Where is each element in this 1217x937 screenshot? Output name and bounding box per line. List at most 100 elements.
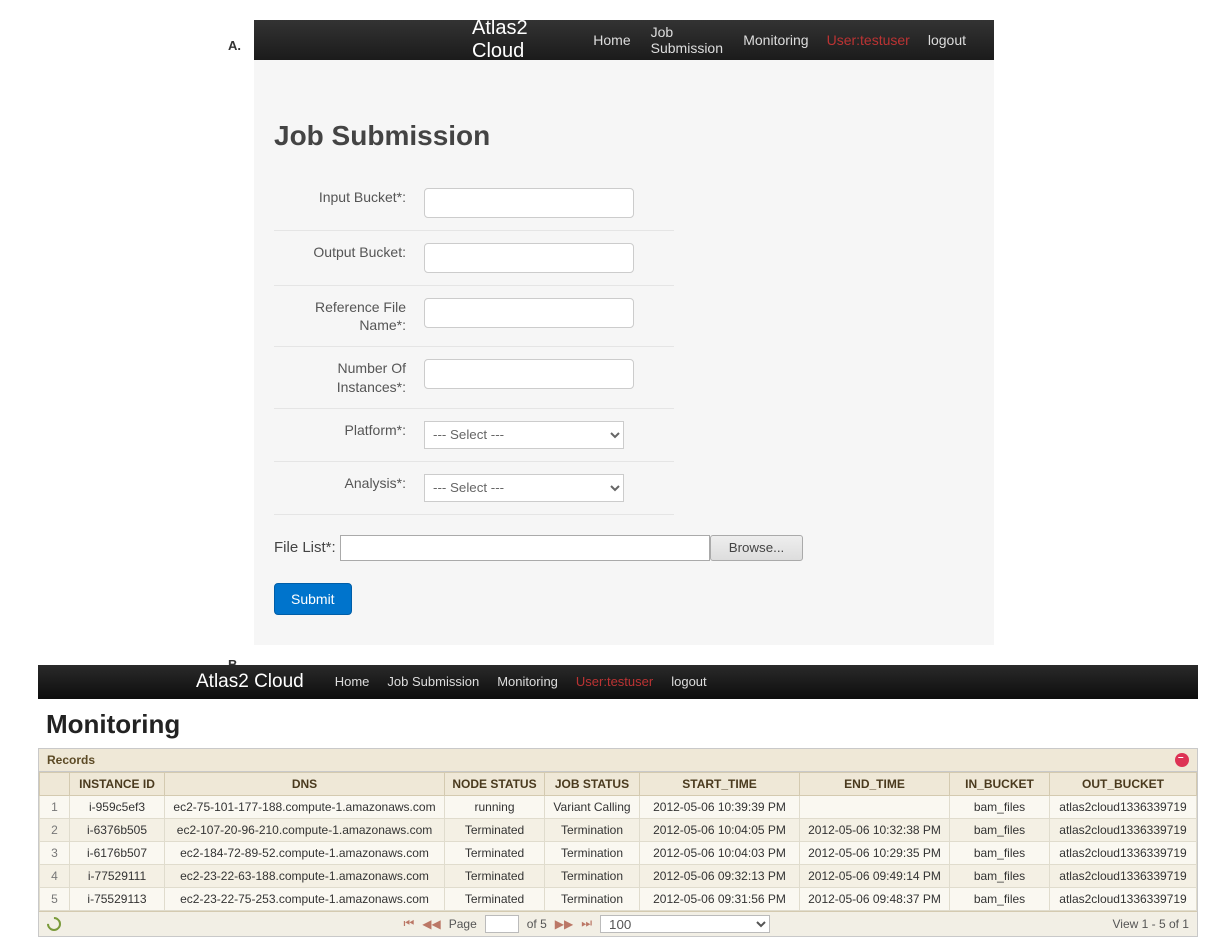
last-page-icon[interactable]: ⏭ [581, 916, 592, 931]
table-cell: i-6376b505 [70, 818, 165, 841]
table-cell: running [445, 795, 545, 818]
col-rownum [40, 772, 70, 795]
instances-label: Number Of Instances*: [274, 359, 424, 395]
brand-b: Atlas2 Cloud [196, 671, 304, 693]
table-cell: 5 [40, 887, 70, 910]
nav-user: User:testuser [827, 32, 910, 48]
table-cell: 1 [40, 795, 70, 818]
records-table: INSTANCE ID DNS NODE STATUS JOB STATUS S… [39, 772, 1197, 911]
table-cell: 2012-05-06 10:39:39 PM [640, 795, 800, 818]
nav-monitoring-b[interactable]: Monitoring [497, 674, 558, 689]
nav-logout-b[interactable]: logout [671, 674, 706, 689]
table-cell: Variant Calling [545, 795, 640, 818]
submit-button[interactable]: Submit [274, 583, 352, 615]
analysis-select[interactable]: --- Select --- [424, 474, 624, 502]
table-cell: bam_files [950, 841, 1050, 864]
table-cell: Termination [545, 887, 640, 910]
table-cell: i-959c5ef3 [70, 795, 165, 818]
table-row[interactable]: 1i-959c5ef3ec2-75-101-177-188.compute-1.… [40, 795, 1197, 818]
panel-a-label: A. [228, 38, 241, 53]
refresh-icon[interactable] [44, 914, 64, 934]
table-cell: 2012-05-06 09:49:14 PM [800, 864, 950, 887]
platform-label: Platform*: [274, 421, 424, 439]
rows-per-page[interactable]: 100 [600, 915, 770, 933]
table-cell: atlas2cloud1336339719 [1050, 841, 1197, 864]
output-bucket-label: Output Bucket: [274, 243, 424, 261]
table-cell: atlas2cloud1336339719 [1050, 818, 1197, 841]
view-range: View 1 - 5 of 1 [1112, 917, 1189, 931]
job-submission-panel: Job Submission Input Bucket*: Output Buc… [254, 60, 994, 645]
table-cell: i-75529113 [70, 887, 165, 910]
table-cell: 2012-05-06 09:48:37 PM [800, 887, 950, 910]
table-cell: bam_files [950, 887, 1050, 910]
table-cell: atlas2cloud1336339719 [1050, 887, 1197, 910]
next-page-icon[interactable]: ▶▶ [555, 917, 573, 931]
nav-user-b: User:testuser [576, 674, 653, 689]
table-row[interactable]: 3i-6176b507ec2-184-72-89-52.compute-1.am… [40, 841, 1197, 864]
col-dns[interactable]: DNS [165, 772, 445, 795]
output-bucket-field[interactable] [424, 243, 634, 273]
table-cell: i-6176b507 [70, 841, 165, 864]
table-cell: ec2-23-22-75-253.compute-1.amazonaws.com [165, 887, 445, 910]
table-row[interactable]: 2i-6376b505ec2-107-20-96-210.compute-1.a… [40, 818, 1197, 841]
table-cell: atlas2cloud1336339719 [1050, 864, 1197, 887]
collapse-icon[interactable] [1175, 753, 1189, 767]
nav-logout[interactable]: logout [928, 32, 966, 48]
col-node-status[interactable]: NODE STATUS [445, 772, 545, 795]
nav-job-submission[interactable]: Job Submission [651, 24, 724, 56]
table-cell: 2012-05-06 09:31:56 PM [640, 887, 800, 910]
table-cell: 2012-05-06 09:32:13 PM [640, 864, 800, 887]
table-cell: bam_files [950, 864, 1050, 887]
page-label: Page [449, 917, 477, 931]
input-bucket-field[interactable] [424, 188, 634, 218]
input-bucket-label: Input Bucket*: [274, 188, 424, 206]
browse-button[interactable]: Browse... [710, 535, 804, 561]
table-row[interactable]: 5i-75529113ec2-23-22-75-253.compute-1.am… [40, 887, 1197, 910]
table-cell: 2012-05-06 10:04:03 PM [640, 841, 800, 864]
brand: Atlas2 Cloud [472, 17, 555, 63]
table-cell: 2012-05-06 10:32:38 PM [800, 818, 950, 841]
table-cell: i-77529111 [70, 864, 165, 887]
table-cell: Termination [545, 818, 640, 841]
reference-file-label: Reference File Name*: [274, 298, 424, 334]
table-cell: 3 [40, 841, 70, 864]
of-label: of 5 [527, 917, 547, 931]
navbar-b: Atlas2 Cloud Home Job Submission Monitor… [38, 665, 1198, 699]
file-list-label: File List*: [274, 539, 336, 556]
instances-field[interactable] [424, 359, 634, 389]
table-cell: Termination [545, 864, 640, 887]
table-cell: ec2-75-101-177-188.compute-1.amazonaws.c… [165, 795, 445, 818]
col-end-time[interactable]: END_TIME [800, 772, 950, 795]
nav-home[interactable]: Home [593, 32, 630, 48]
table-cell: ec2-107-20-96-210.compute-1.amazonaws.co… [165, 818, 445, 841]
table-cell: Terminated [445, 864, 545, 887]
table-cell: Termination [545, 841, 640, 864]
table-cell: bam_files [950, 795, 1050, 818]
table-cell: Terminated [445, 818, 545, 841]
nav-home-b[interactable]: Home [335, 674, 370, 689]
table-cell: bam_files [950, 818, 1050, 841]
reference-file-field[interactable] [424, 298, 634, 328]
col-in-bucket[interactable]: IN_BUCKET [950, 772, 1050, 795]
records-label: Records [47, 753, 95, 767]
table-row[interactable]: 4i-77529111ec2-23-22-63-188.compute-1.am… [40, 864, 1197, 887]
page-input[interactable] [485, 915, 519, 933]
table-cell: 2012-05-06 10:29:35 PM [800, 841, 950, 864]
platform-select[interactable]: --- Select --- [424, 421, 624, 449]
table-cell: atlas2cloud1336339719 [1050, 795, 1197, 818]
table-cell: 2 [40, 818, 70, 841]
nav-job-submission-b[interactable]: Job Submission [387, 674, 479, 689]
nav-monitoring[interactable]: Monitoring [743, 32, 808, 48]
col-out-bucket[interactable]: OUT_BUCKET [1050, 772, 1197, 795]
records-grid: Records INSTANCE ID DNS NODE STATUS JOB … [38, 748, 1198, 937]
col-job-status[interactable]: JOB STATUS [545, 772, 640, 795]
file-list-field[interactable] [340, 535, 710, 561]
navbar-a: Atlas2 Cloud Home Job Submission Monitor… [254, 20, 994, 60]
prev-page-icon[interactable]: ◀◀ [422, 917, 440, 931]
col-start-time[interactable]: START_TIME [640, 772, 800, 795]
monitoring-title: Monitoring [38, 699, 1198, 748]
table-cell: Terminated [445, 841, 545, 864]
col-instance-id[interactable]: INSTANCE ID [70, 772, 165, 795]
first-page-icon[interactable]: ⏮ [403, 916, 414, 931]
table-cell [800, 795, 950, 818]
